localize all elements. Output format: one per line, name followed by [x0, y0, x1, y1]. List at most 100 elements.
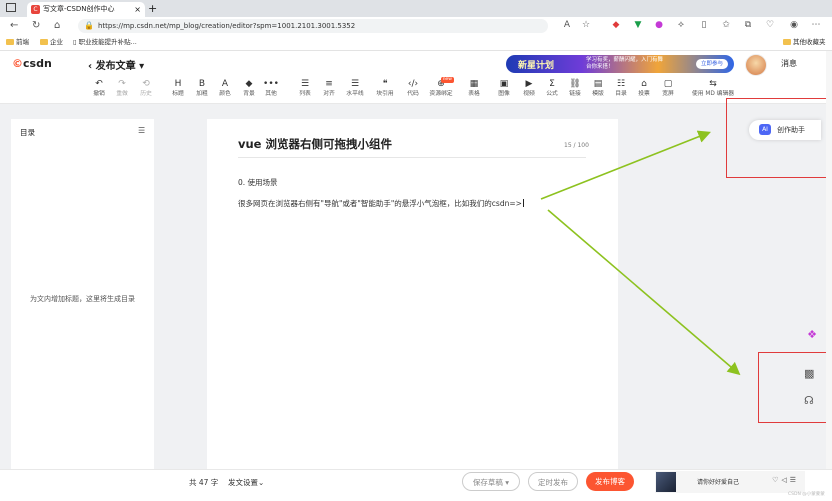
toc-title: 目录	[20, 128, 35, 137]
toolbar-label: 对齐	[323, 91, 335, 97]
toolbar-button[interactable]: ▦ 表格	[461, 78, 487, 102]
timed-publish-button[interactable]: 定时发布	[528, 472, 578, 491]
bookmark-folder[interactable]: 前端	[6, 35, 29, 50]
tab-title: 写文章-CSDN创作中心	[43, 5, 115, 13]
banner-join-button[interactable]: 立即参与	[695, 59, 728, 69]
toolbar-button[interactable]: ≡ 对齐	[316, 78, 342, 102]
toolbar-label: 颜色	[219, 91, 231, 97]
browser-tab[interactable]: C 写文章-CSDN创作中心 ×	[27, 2, 145, 17]
toolbar-button[interactable]: ⊕ 资源绑定 new	[428, 77, 454, 102]
toolbar-icon: H	[174, 79, 182, 89]
publish-article-title[interactable]: ‹ 发布文章 ▾	[88, 57, 144, 72]
toolbar-icon: ≡	[325, 79, 333, 89]
toolbar-label: 图像	[498, 91, 510, 97]
toc-menu-icon[interactable]: ☰	[138, 126, 145, 135]
toolbar-icon: ‹/›	[407, 79, 419, 89]
favorite-star-icon[interactable]: ☆	[580, 18, 592, 32]
toolbar-icon: •••	[263, 79, 279, 89]
address-bar[interactable]: 🔒 https://mp.csdn.net/mp_blog/creation/e…	[78, 19, 548, 33]
csdn-favicon-icon: C	[31, 5, 40, 14]
avatar[interactable]	[745, 54, 767, 76]
highlight-box	[726, 98, 827, 178]
reload-icon[interactable]: ↻	[32, 17, 40, 35]
split-screen-icon[interactable]: ▯	[698, 18, 710, 32]
toolbar-button[interactable]: ❝ 块引用	[372, 78, 398, 102]
folder-icon	[783, 39, 791, 45]
banner-title: 新星计划	[518, 61, 555, 71]
tab-close-icon[interactable]: ×	[134, 2, 141, 17]
paragraph[interactable]: 0. 使用场景	[238, 177, 278, 188]
toolbar-button[interactable]: ⟲ 历史	[133, 78, 159, 102]
toolbar-button[interactable]: ‹/› 代码	[400, 78, 426, 102]
song-title: 请你好好爱自己	[697, 479, 740, 486]
read-aloud-icon[interactable]: A	[561, 18, 573, 32]
player-controls-icon[interactable]: ♡◁☰	[772, 476, 799, 484]
post-settings[interactable]: 发文设置⌄	[228, 477, 264, 488]
more-menu-icon[interactable]: ⋯	[810, 18, 822, 32]
gem-icon[interactable]: ❖	[804, 327, 820, 343]
toolbar-label: 历史	[140, 91, 152, 97]
toolbar-button[interactable]: H 标题	[165, 78, 191, 102]
editor-area[interactable]	[207, 119, 618, 469]
paragraph[interactable]: 很多网页在浏览器右侧有"导航"或者"智能助手"的悬浮小气泡框，比如我们的csdn…	[238, 198, 524, 209]
toolbar-icon: ↷	[118, 79, 126, 89]
word-count: 共 47 字	[189, 478, 219, 487]
toolbar-icon: ▣	[499, 79, 509, 89]
collections-icon[interactable]: ⧉	[742, 18, 754, 32]
toolbar-label: 标题	[172, 91, 184, 97]
toolbar-label: 资源绑定	[429, 91, 453, 97]
bookmark-folder[interactable]: 企业	[40, 35, 63, 50]
window-menu-icon[interactable]	[6, 3, 16, 12]
new-tab-button[interactable]: +	[148, 2, 157, 15]
title-divider	[238, 157, 586, 158]
back-chevron-icon[interactable]: ‹	[88, 61, 92, 72]
toolbar-button[interactable]: ⌂ 投票	[631, 78, 657, 102]
watermark: CSDN @小蒙蒙蒙	[788, 492, 825, 497]
music-player[interactable]: 请你好好爱自己 ♡◁☰	[655, 471, 805, 493]
publish-blog-button[interactable]: 发布博客	[586, 472, 634, 491]
toolbar-button[interactable]: ☰ 列表	[292, 78, 318, 102]
extension-color-icon[interactable]: ●	[653, 18, 665, 32]
toolbar-icon: ⌂	[641, 79, 647, 89]
banner-text: 学习有奖，薪酬闪耀，入门有舞台你来搭！	[586, 57, 664, 70]
article-title-input[interactable]: vue 浏览器右侧可拖拽小组件	[238, 136, 392, 152]
favorites-icon[interactable]: ✩	[720, 18, 732, 32]
toolbar-button[interactable]: ☰ 水平线	[342, 78, 368, 102]
back-icon[interactable]: ←	[10, 17, 18, 35]
toolbar-button[interactable]: ▢ 宽屏	[655, 78, 681, 102]
csdn-logo[interactable]: ©csdn	[12, 57, 52, 70]
new-badge: new	[440, 77, 454, 83]
performance-icon[interactable]: ♡	[764, 18, 776, 32]
toolbar-icon: ☰	[300, 79, 310, 89]
toolbar-label: 其他	[265, 91, 277, 97]
bookmark-link[interactable]: ▯ 职业技能提升补贴...	[73, 35, 137, 50]
extension-v-icon[interactable]: ▼	[632, 18, 644, 32]
toolbar-button[interactable]: ▣ 图像	[491, 78, 517, 102]
profile-icon[interactable]: ◉	[788, 18, 800, 32]
other-bookmarks[interactable]: 其他收藏夹	[783, 35, 826, 50]
highlight-box	[758, 352, 828, 423]
toolbar-icon: ❝	[382, 79, 388, 89]
messages-link[interactable]: 消息	[781, 58, 797, 69]
toolbar-icon: A	[221, 79, 229, 89]
text-caret	[522, 199, 524, 207]
extension-puzzle-icon[interactable]: ⟡	[675, 18, 687, 32]
folder-icon	[6, 39, 14, 45]
toolbar-button[interactable]: A 颜色	[212, 78, 238, 102]
home-icon[interactable]: ⌂	[54, 17, 60, 35]
toolbar-label: 重做	[116, 91, 128, 97]
toolbar-button[interactable]: ↷ 重做	[109, 78, 135, 102]
title-char-counter: 15 / 100	[564, 142, 589, 149]
save-draft-button[interactable]: 保存草稿 ▾	[462, 472, 520, 491]
page-scrollbar[interactable]	[826, 51, 832, 500]
toolbar-label: 代码	[407, 91, 419, 97]
chevron-down-icon: ⌄	[258, 478, 265, 487]
toolbar-button[interactable]: ••• 其他	[258, 78, 284, 102]
extension-shield-icon[interactable]: ◆	[610, 18, 622, 32]
folder-icon	[40, 39, 48, 45]
toolbar-icon: ▦	[469, 79, 479, 89]
url-text: https://mp.csdn.net/mp_blog/creation/edi…	[98, 22, 356, 30]
promo-banner[interactable]: 新星计划 学习有奖，薪酬闪耀，入门有舞台你来搭！ 立即参与	[506, 55, 734, 73]
toolbar-icon: ⇆	[709, 79, 717, 89]
toolbar-label: 表格	[468, 91, 480, 97]
